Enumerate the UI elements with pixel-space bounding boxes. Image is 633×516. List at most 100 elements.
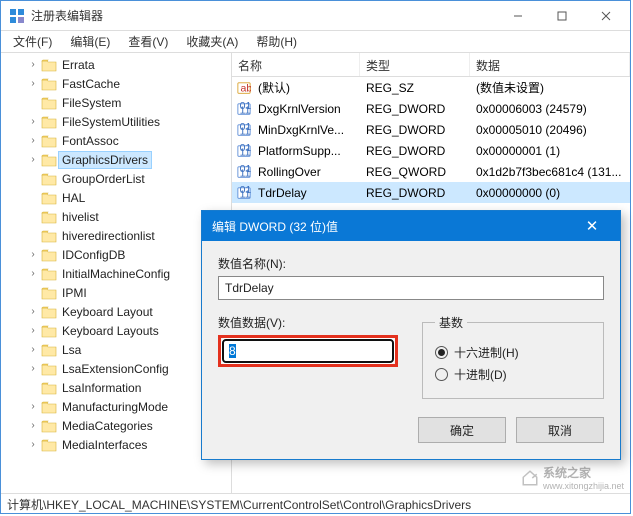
binary-value-icon: 011110 <box>236 164 252 180</box>
folder-icon <box>41 286 57 300</box>
expander-icon[interactable]: › <box>27 344 39 355</box>
tree-item[interactable]: ›Keyboard Layout <box>1 302 231 321</box>
base-fieldset: 基数 十六进制(H) 十进制(D) <box>422 314 604 399</box>
tree-item-label: Errata <box>59 57 98 73</box>
radio-dec-label: 十进制(D) <box>454 366 507 383</box>
value-data-input[interactable] <box>222 339 394 363</box>
minimize-button[interactable] <box>496 2 540 30</box>
radio-dec[interactable]: 十进制(D) <box>435 366 591 383</box>
radio-hex[interactable]: 十六进制(H) <box>435 344 591 361</box>
tree-item[interactable]: ›MediaInterfaces <box>1 435 231 454</box>
list-row[interactable]: ab(默认)REG_SZ(数值未设置) <box>232 77 630 98</box>
cell-type: REG_DWORD <box>360 121 470 139</box>
list-row[interactable]: 011110MinDxgKrnlVe...REG_DWORD0x00005010… <box>232 119 630 140</box>
svg-text:ab: ab <box>241 82 252 94</box>
tree-item[interactable]: FileSystem <box>1 93 231 112</box>
expander-icon[interactable]: › <box>27 268 39 279</box>
expander-icon[interactable]: › <box>27 363 39 374</box>
tree-item-label: FontAssoc <box>59 133 122 149</box>
tree-item[interactable]: IPMI <box>1 283 231 302</box>
tree-item-label: IDConfigDB <box>59 247 128 263</box>
expander-icon[interactable]: › <box>27 401 39 412</box>
dialog-close-button[interactable]: ✕ <box>574 217 610 235</box>
value-data-highlight-box <box>218 335 398 367</box>
list-row[interactable]: 011110PlatformSupp...REG_DWORD0x00000001… <box>232 140 630 161</box>
tree-item[interactable]: › IDConfigDB <box>1 245 231 264</box>
cell-name: DxgKrnlVersion <box>252 100 360 118</box>
folder-icon <box>41 115 57 129</box>
tree-item[interactable]: ›GraphicsDrivers <box>1 150 231 169</box>
cell-data: 0x00005010 (20496) <box>470 121 630 139</box>
folder-icon <box>41 305 57 319</box>
col-header-name[interactable]: 名称 <box>232 53 360 76</box>
svg-text:110: 110 <box>240 125 251 137</box>
folder-icon <box>41 419 57 433</box>
col-header-data[interactable]: 数据 <box>470 53 630 76</box>
tree-item-label: LsaExtensionConfig <box>59 361 172 377</box>
tree-item[interactable]: hivelist <box>1 207 231 226</box>
tree-item[interactable]: › LsaExtensionConfig <box>1 359 231 378</box>
expander-icon[interactable]: › <box>27 420 39 431</box>
base-legend: 基数 <box>435 314 467 331</box>
tree-item[interactable]: ›InitialMachineConfig <box>1 264 231 283</box>
tree-item-label: HAL <box>59 190 88 206</box>
cell-name: TdrDelay <box>252 184 360 202</box>
edit-dword-dialog: 编辑 DWORD (32 位)值 ✕ 数值名称(N): 数值数据(V): 基数 … <box>201 210 621 460</box>
list-row[interactable]: 011110RollingOverREG_QWORD0x1d2b7f3bec68… <box>232 161 630 182</box>
radio-dec-circle <box>435 368 448 381</box>
menu-view[interactable]: 查看(V) <box>120 30 176 53</box>
tree-item[interactable]: ›MediaCategories <box>1 416 231 435</box>
cell-type: REG_DWORD <box>360 142 470 160</box>
tree-item[interactable]: ›Keyboard Layouts <box>1 321 231 340</box>
menu-favorites[interactable]: 收藏夹(A) <box>178 30 246 53</box>
radio-hex-label: 十六进制(H) <box>454 344 519 361</box>
expander-icon[interactable]: › <box>27 249 39 260</box>
maximize-button[interactable] <box>540 2 584 30</box>
menu-file[interactable]: 文件(F) <box>5 30 60 53</box>
tree-item-label: FileSystemUtilities <box>59 114 163 130</box>
cell-data: 0x1d2b7f3bec681c4 (131... <box>470 163 630 181</box>
tree-item-label: FileSystem <box>59 95 124 111</box>
tree-pane[interactable]: › Errata › FastCache FileSystem › FileSystemUt… <box>1 53 232 493</box>
cell-type: REG_DWORD <box>360 100 470 118</box>
expander-icon[interactable]: › <box>27 306 39 317</box>
tree-item[interactable]: › Errata <box>1 55 231 74</box>
list-row[interactable]: 011110TdrDelayREG_DWORD0x00000000 (0) <box>232 182 630 203</box>
tree-item[interactable]: HAL <box>1 188 231 207</box>
tree-item-label: ManufacturingMode <box>59 399 171 415</box>
tree-item[interactable]: hiveredirectionlist <box>1 226 231 245</box>
expander-icon[interactable]: › <box>27 135 39 146</box>
cell-name: MinDxgKrnlVe... <box>252 121 360 139</box>
tree-item[interactable]: › ManufacturingMode <box>1 397 231 416</box>
value-name-input[interactable] <box>218 276 604 300</box>
binary-value-icon: 011110 <box>236 122 252 138</box>
expander-icon[interactable]: › <box>27 154 39 165</box>
expander-icon[interactable]: › <box>27 325 39 336</box>
list-row[interactable]: 011110DxgKrnlVersionREG_DWORD0x00006003 … <box>232 98 630 119</box>
dialog-buttons: 确定 取消 <box>218 417 604 443</box>
folder-icon <box>41 153 57 167</box>
menu-help[interactable]: 帮助(H) <box>248 30 305 53</box>
tree-item[interactable]: LsaInformation <box>1 378 231 397</box>
cancel-button[interactable]: 取消 <box>516 417 604 443</box>
close-button[interactable] <box>584 2 628 30</box>
tree-item[interactable]: ›Lsa <box>1 340 231 359</box>
window-title: 注册表编辑器 <box>31 7 496 24</box>
tree-item[interactable]: GroupOrderList <box>1 169 231 188</box>
tree-item[interactable]: › FileSystemUtilities <box>1 112 231 131</box>
expander-icon[interactable]: › <box>27 59 39 70</box>
folder-icon <box>41 172 57 186</box>
tree-item-label: FastCache <box>59 76 123 92</box>
expander-icon[interactable]: › <box>27 78 39 89</box>
folder-icon <box>41 381 57 395</box>
radio-hex-circle <box>435 346 448 359</box>
expander-icon[interactable]: › <box>27 116 39 127</box>
menu-edit[interactable]: 编辑(E) <box>62 30 118 53</box>
dialog-titlebar[interactable]: 编辑 DWORD (32 位)值 ✕ <box>202 211 620 241</box>
cell-name: (默认) <box>252 77 360 98</box>
tree-item[interactable]: › FontAssoc <box>1 131 231 150</box>
tree-item[interactable]: › FastCache <box>1 74 231 93</box>
expander-icon[interactable]: › <box>27 439 39 450</box>
col-header-type[interactable]: 类型 <box>360 53 470 76</box>
ok-button[interactable]: 确定 <box>418 417 506 443</box>
